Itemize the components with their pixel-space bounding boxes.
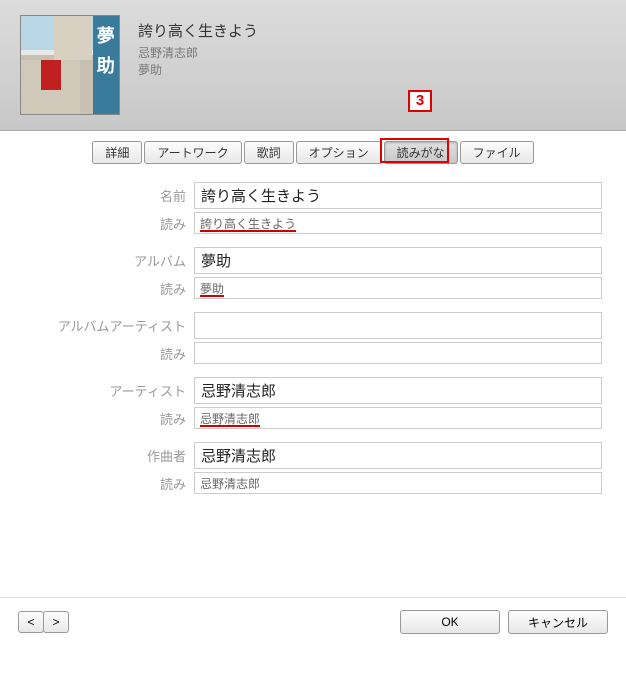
album-yomi-field[interactable] <box>194 277 602 299</box>
tab-artwork[interactable]: アートワーク <box>144 141 241 164</box>
form-area: 名前 読み アルバム 読み アルバムアーティスト 読み アーティスト 読み 作曲… <box>0 172 626 517</box>
name-yomi-label: 読み <box>24 214 194 233</box>
composer-yomi-label: 読み <box>24 474 194 493</box>
tab-details[interactable]: 詳細 <box>92 141 142 164</box>
artwork-kanji-1: 夢 <box>97 22 115 48</box>
composer-field[interactable] <box>194 442 602 469</box>
next-button[interactable]: > <box>43 611 69 633</box>
footer-area: < > OK キャンセル <box>0 597 626 646</box>
album-artwork: 夢 助 <box>20 15 120 115</box>
tab-options[interactable]: オプション <box>296 141 382 164</box>
album-yomi-label: 読み <box>24 279 194 298</box>
callout-box: 3 <box>408 90 432 112</box>
albumartist-yomi-field[interactable] <box>194 342 602 364</box>
tab-yomigana[interactable]: 読みがな <box>384 141 458 164</box>
header-artist: 忌野清志郎 <box>138 45 258 62</box>
artist-field[interactable] <box>194 377 602 404</box>
album-field[interactable] <box>194 247 602 274</box>
artist-yomi-label: 読み <box>24 409 194 428</box>
album-label: アルバム <box>24 251 194 270</box>
composer-yomi-field[interactable] <box>194 472 602 494</box>
composer-label: 作曲者 <box>24 446 194 465</box>
artwork-kanji-2: 助 <box>97 52 115 78</box>
artist-label: アーティスト <box>24 381 194 400</box>
cancel-button[interactable]: キャンセル <box>508 610 608 634</box>
name-field[interactable] <box>194 182 602 209</box>
name-yomi-field[interactable] <box>194 212 602 234</box>
albumartist-yomi-label: 読み <box>24 344 194 363</box>
tab-bar: 詳細 アートワーク 歌詞 オプション 読みがな ファイル <box>0 131 626 172</box>
prev-button[interactable]: < <box>18 611 44 633</box>
ok-button[interactable]: OK <box>400 610 500 634</box>
name-label: 名前 <box>24 186 194 205</box>
artist-yomi-field[interactable] <box>194 407 602 429</box>
albumartist-field[interactable] <box>194 312 602 339</box>
tab-lyrics[interactable]: 歌詞 <box>244 141 294 164</box>
header-area: 夢 助 誇り高く生きよう 忌野清志郎 夢助 <box>0 0 626 131</box>
albumartist-label: アルバムアーティスト <box>24 316 194 335</box>
header-album: 夢助 <box>138 62 258 79</box>
tab-file[interactable]: ファイル <box>460 141 534 164</box>
page-title: 誇り高く生きよう <box>138 20 258 41</box>
